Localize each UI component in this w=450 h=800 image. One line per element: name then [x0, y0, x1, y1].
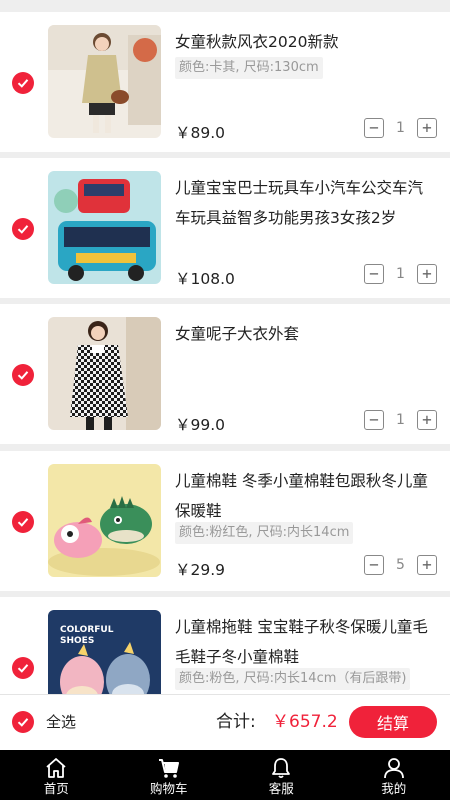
cart-list: 女童秋款风衣2020新款 颜色:卡其, 尺码:130cm ￥89.0 − 1 +: [0, 0, 450, 694]
decrease-button[interactable]: −: [364, 118, 384, 138]
product-price: ￥108.0: [175, 270, 235, 288]
product-photo-toy-bus: [48, 171, 161, 284]
product-photo-girl-wool-coat: [48, 317, 161, 430]
tab-home-label: 首页: [43, 781, 69, 796]
check-icon: [17, 225, 29, 234]
increase-button[interactable]: +: [417, 264, 437, 284]
quantity-stepper: − 1 +: [364, 410, 437, 430]
cart-summary-bar: 全选 合计: ￥657.2 结算: [0, 694, 450, 750]
cart-item[interactable]: 女童秋款风衣2020新款 颜色:卡其, 尺码:130cm ￥89.0 − 1 +: [0, 12, 450, 152]
product-title[interactable]: 儿童棉拖鞋 宝宝鞋子秋冬保暖儿童毛毛鞋子冬小童棉鞋: [175, 612, 437, 672]
product-title[interactable]: 女童呢子大衣外套: [175, 319, 437, 349]
check-icon: [17, 371, 29, 380]
item-checkbox[interactable]: [12, 511, 34, 533]
product-title[interactable]: 儿童宝宝巴士玩具车小汽车公交车汽车玩具益智多功能男孩3女孩2岁: [175, 173, 437, 233]
product-title[interactable]: 女童秋款风衣2020新款: [175, 27, 437, 57]
quantity-value[interactable]: 5: [384, 557, 417, 573]
check-icon: [17, 664, 29, 673]
tab-profile[interactable]: 我的: [338, 750, 450, 800]
total-label: 合计:: [216, 712, 256, 732]
tab-cart-label: 购物车: [149, 781, 188, 796]
item-checkbox[interactable]: [12, 72, 34, 94]
check-icon: [17, 718, 29, 727]
product-photo-girl-trench-coat: [48, 25, 161, 138]
total-value: ￥657.2: [272, 712, 338, 732]
user-icon: [383, 758, 404, 779]
product-title[interactable]: 儿童棉鞋 冬季小童棉鞋包跟秋冬儿童保暖鞋: [175, 466, 437, 526]
increase-button[interactable]: +: [417, 555, 437, 575]
product-price: ￥99.0: [175, 416, 226, 434]
quantity-value[interactable]: 1: [384, 120, 417, 136]
image-word-text: SHOES: [60, 636, 94, 646]
checkout-button[interactable]: 结算: [349, 706, 437, 738]
quantity-value[interactable]: 1: [384, 412, 417, 428]
check-icon: [17, 79, 29, 88]
image-brand-text: COLORFUL: [60, 625, 114, 635]
tab-home[interactable]: 首页: [0, 750, 113, 800]
product-image[interactable]: [48, 317, 161, 430]
item-checkbox[interactable]: [12, 364, 34, 386]
product-price: ￥29.9: [175, 561, 226, 579]
tab-profile-label: 我的: [381, 781, 407, 796]
product-image[interactable]: [48, 25, 161, 138]
cart-page: 女童秋款风衣2020新款 颜色:卡其, 尺码:130cm ￥89.0 − 1 +: [0, 0, 450, 800]
tab-service-label: 客服: [268, 781, 294, 796]
product-image[interactable]: [48, 464, 161, 577]
quantity-stepper: − 1 +: [364, 264, 437, 284]
cart-icon: [158, 759, 179, 778]
tab-service[interactable]: 客服: [225, 750, 338, 800]
quantity-value[interactable]: 1: [384, 266, 417, 282]
item-checkbox[interactable]: [12, 657, 34, 679]
product-photo-plush-shoes: [48, 464, 161, 577]
product-image[interactable]: [48, 171, 161, 284]
increase-button[interactable]: +: [417, 118, 437, 138]
decrease-button[interactable]: −: [364, 555, 384, 575]
quantity-stepper: − 5 +: [364, 555, 437, 575]
select-all-checkbox[interactable]: [12, 711, 34, 733]
item-checkbox[interactable]: [12, 218, 34, 240]
decrease-button[interactable]: −: [364, 264, 384, 284]
cart-item[interactable]: 女童呢子大衣外套 ￥99.0 − 1 +: [0, 304, 450, 444]
product-spec[interactable]: 颜色:卡其, 尺码:130cm: [175, 57, 323, 79]
product-image[interactable]: COLORFUL SHOES: [48, 610, 161, 694]
check-icon: [17, 518, 29, 527]
quantity-stepper: − 1 +: [364, 118, 437, 138]
increase-button[interactable]: +: [417, 410, 437, 430]
product-price: ￥89.0: [175, 124, 226, 142]
product-photo-plush-slippers: COLORFUL SHOES: [48, 610, 161, 694]
bottom-tab-bar: 首页 购物车 客服 我的: [0, 750, 450, 800]
cart-item[interactable]: 儿童宝宝巴士玩具车小汽车公交车汽车玩具益智多功能男孩3女孩2岁 ￥108.0 −…: [0, 158, 450, 298]
home-icon: [46, 758, 66, 778]
cart-item[interactable]: 儿童棉鞋 冬季小童棉鞋包跟秋冬儿童保暖鞋 颜色:粉红色, 尺码:内长14cm ￥…: [0, 451, 450, 591]
tab-cart[interactable]: 购物车: [113, 750, 226, 800]
cart-item[interactable]: COLORFUL SHOES 儿童棉拖鞋 宝宝鞋子秋冬保暖儿童毛毛鞋子冬小童棉鞋…: [0, 597, 450, 694]
select-all-label[interactable]: 全选: [46, 711, 76, 733]
product-spec[interactable]: 颜色:粉色, 尺码:内长14cm（有后跟带): [175, 668, 411, 690]
product-spec[interactable]: 颜色:粉红色, 尺码:内长14cm: [175, 522, 354, 544]
decrease-button[interactable]: −: [364, 410, 384, 430]
bell-icon: [272, 758, 291, 779]
